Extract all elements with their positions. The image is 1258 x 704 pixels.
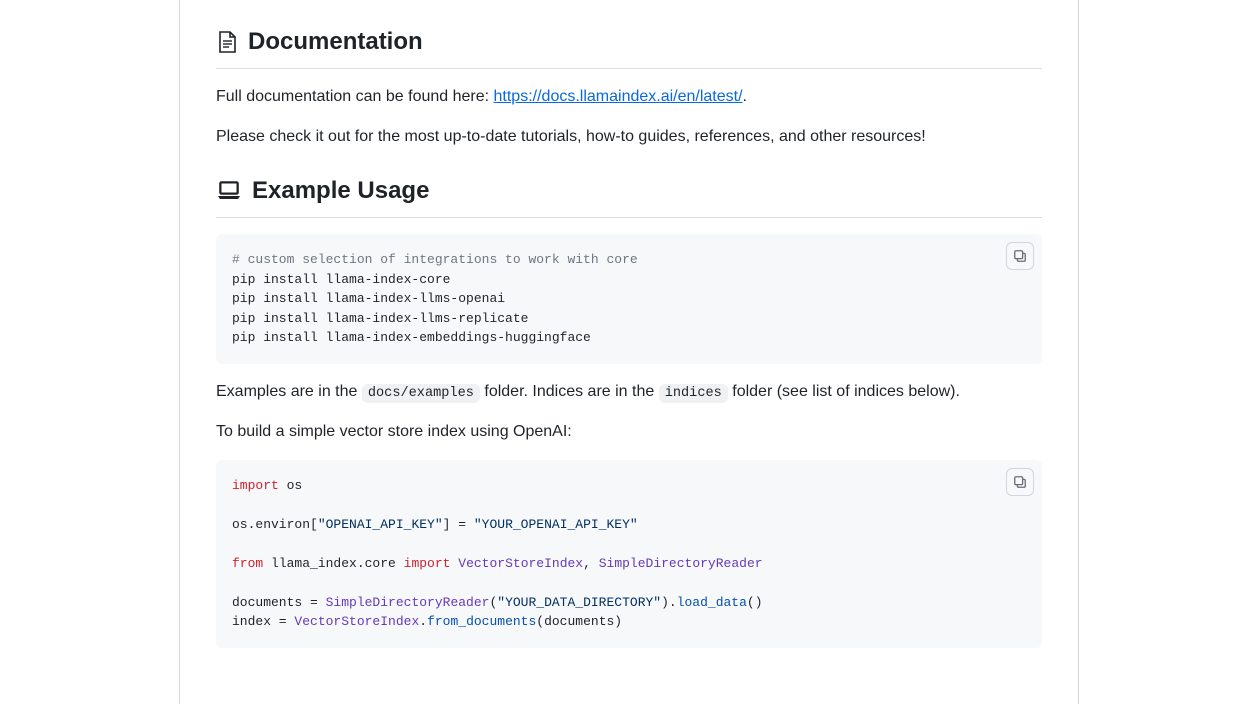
code-line: pip install llama-index-llms-openai bbox=[232, 291, 505, 306]
tok: import bbox=[404, 556, 451, 571]
tok: documents = bbox=[232, 595, 326, 610]
inline-code-indices: indices bbox=[659, 384, 728, 403]
documentation-heading: Documentation bbox=[216, 24, 1042, 69]
tok: ). bbox=[661, 595, 677, 610]
tok: VectorStoreIndex bbox=[294, 614, 419, 629]
laptop-icon bbox=[216, 180, 242, 202]
python-code-block: import os os.environ["OPENAI_API_KEY"] =… bbox=[216, 460, 1042, 648]
text-fragment: folder (see list of indices below). bbox=[728, 383, 960, 400]
tok: SimpleDirectoryReader bbox=[599, 556, 763, 571]
tok: () bbox=[747, 595, 763, 610]
page-icon bbox=[216, 30, 238, 54]
tok: (documents) bbox=[536, 614, 622, 629]
code-line: pip install llama-index-llms-replicate bbox=[232, 311, 528, 326]
text-fragment: folder. Indices are in the bbox=[480, 383, 659, 400]
documentation-link[interactable]: https://docs.llamaindex.ai/en/latest/ bbox=[494, 88, 743, 105]
example-usage-heading-text: Example Usage bbox=[252, 173, 429, 209]
tok: index = bbox=[232, 614, 294, 629]
tok: llama_index.core bbox=[263, 556, 403, 571]
documentation-intro: Full documentation can be found here: ht… bbox=[216, 85, 1042, 109]
tok: from_documents bbox=[427, 614, 536, 629]
tok: ] = bbox=[443, 517, 474, 532]
copy-button[interactable] bbox=[1006, 468, 1034, 496]
page-container: Documentation Full documentation can be … bbox=[0, 0, 1258, 704]
tok: import bbox=[232, 478, 279, 493]
doc-intro-prefix: Full documentation can be found here: bbox=[216, 88, 494, 105]
tok: "YOUR_DATA_DIRECTORY" bbox=[497, 595, 661, 610]
readme-content: Documentation Full documentation can be … bbox=[179, 0, 1079, 704]
documentation-heading-text: Documentation bbox=[248, 24, 423, 60]
tok: SimpleDirectoryReader bbox=[326, 595, 490, 610]
tok: "OPENAI_API_KEY" bbox=[318, 517, 443, 532]
doc-intro-suffix: . bbox=[743, 88, 747, 105]
inline-code-docs-examples: docs/examples bbox=[362, 384, 480, 403]
example-usage-heading: Example Usage bbox=[216, 173, 1042, 218]
code-comment: # custom selection of integrations to wo… bbox=[232, 252, 638, 267]
examples-location-sentence: Examples are in the docs/examples folder… bbox=[216, 380, 1042, 404]
copy-button[interactable] bbox=[1006, 242, 1034, 270]
tok: . bbox=[419, 614, 427, 629]
tok: VectorStoreIndex bbox=[458, 556, 583, 571]
text-fragment: Examples are in the bbox=[216, 383, 362, 400]
tok: os bbox=[279, 478, 302, 493]
tok: "YOUR_OPENAI_API_KEY" bbox=[474, 517, 638, 532]
copy-icon bbox=[1013, 475, 1027, 489]
copy-icon bbox=[1013, 249, 1027, 263]
build-index-sentence: To build a simple vector store index usi… bbox=[216, 420, 1042, 444]
code-line: pip install llama-index-embeddings-huggi… bbox=[232, 330, 591, 345]
tok: , bbox=[583, 556, 599, 571]
pip-install-code-block: # custom selection of integrations to wo… bbox=[216, 234, 1042, 364]
code-line: pip install llama-index-core bbox=[232, 272, 450, 287]
tok: load_data bbox=[677, 595, 747, 610]
documentation-followup: Please check it out for the most up-to-d… bbox=[216, 125, 1042, 149]
tok: os.environ[ bbox=[232, 517, 318, 532]
tok: from bbox=[232, 556, 263, 571]
